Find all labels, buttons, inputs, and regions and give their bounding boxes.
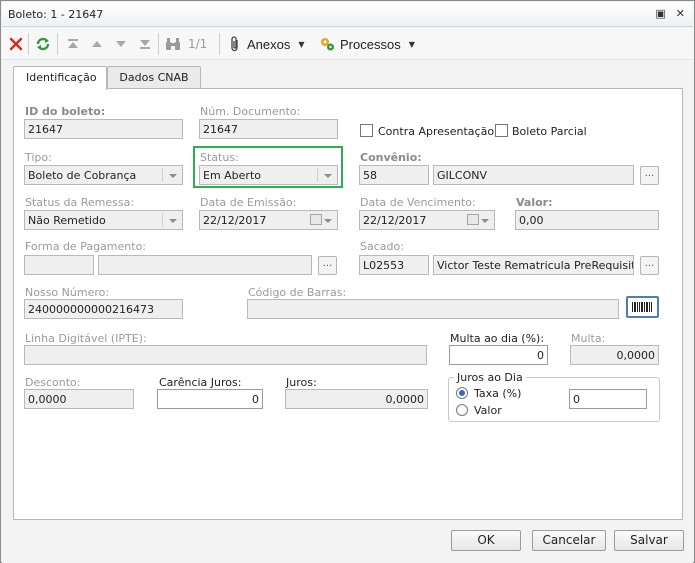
linha-digitavel-label: Linha Digitável (IPTE):: [25, 332, 147, 345]
anexos-label: Anexos: [247, 36, 291, 52]
tipo-label: Tipo:: [25, 151, 52, 164]
title-bar: Boleto: 1 - 21647 ▣ ✕: [2, 2, 693, 27]
juros-field[interactable]: 0,0000: [285, 389, 428, 409]
refresh-button[interactable]: [35, 35, 51, 53]
data-vencimento-calendar-icon[interactable]: [467, 214, 479, 225]
boleto-window: Boleto: 1 - 21647 ▣ ✕ 1/1 Anexos ▼ Proce…: [0, 0, 695, 563]
juros-ao-dia-input[interactable]: 0: [569, 389, 647, 409]
desconto-field[interactable]: 0,0000: [24, 389, 134, 409]
forma-pagamento-label: Forma de Pagamento:: [25, 240, 146, 253]
window-title: Boleto: 1 - 21647: [8, 8, 104, 21]
id-boleto-label: ID do boleto:: [25, 105, 106, 118]
data-vencimento-label: Data de Vencimento:: [360, 196, 476, 209]
search-button[interactable]: [165, 35, 181, 53]
tab-dados-cnab[interactable]: Dados CNAB: [107, 66, 201, 89]
refresh-icon: [36, 37, 50, 51]
tipo-select[interactable]: Boleto de Cobrança: [24, 165, 183, 185]
status-remessa-value: Não Remetido: [28, 214, 106, 227]
data-emissao-calendar-icon[interactable]: [310, 214, 322, 225]
last-record-icon: [140, 40, 150, 49]
first-record-icon: [68, 39, 78, 48]
multa-field[interactable]: 0,0000: [570, 345, 659, 365]
valor-field[interactable]: 0,00: [515, 210, 659, 230]
barcode-icon: [632, 302, 652, 312]
data-vencimento-value: 22/12/2017: [363, 214, 427, 227]
status-remessa-select[interactable]: Não Remetido: [24, 210, 183, 230]
nosso-numero-field[interactable]: 240000000000216473: [24, 299, 183, 319]
codigo-barras-field[interactable]: [247, 299, 619, 319]
sacado-label: Sacado:: [360, 240, 404, 253]
restore-window-icon[interactable]: ▣: [655, 8, 665, 20]
identificacao-panel: ID do boleto: 21647 Núm. Documento: 2164…: [13, 88, 683, 520]
juros-label: Juros:: [286, 376, 317, 389]
taxa-radio[interactable]: [456, 387, 468, 399]
convenio-browse-button[interactable]: ...: [640, 166, 659, 185]
next-record-button[interactable]: [114, 35, 128, 53]
contra-apresentacao-label: Contra Apresentação: [378, 125, 495, 138]
boleto-parcial-label: Boleto Parcial: [512, 125, 587, 138]
save-button[interactable]: Salvar: [614, 530, 684, 551]
status-label: Status:: [200, 151, 239, 164]
multa-label: Multa:: [571, 332, 606, 345]
desconto-label: Desconto:: [25, 376, 81, 389]
barcode-button[interactable]: [626, 296, 659, 318]
boleto-parcial-checkbox[interactable]: [495, 124, 508, 137]
forma-pagamento-browse-button[interactable]: ...: [318, 256, 337, 275]
carencia-juros-label: Carência Juros:: [159, 376, 242, 389]
delete-icon: [9, 37, 23, 51]
data-emissao-label: Data de Emissão:: [200, 196, 297, 209]
processos-dropdown-icon: ▼: [408, 39, 415, 49]
status-value: Em Aberto: [203, 169, 262, 182]
contra-apresentacao-checkbox[interactable]: [360, 124, 373, 137]
data-emissao-field[interactable]: 22/12/2017: [199, 210, 338, 230]
data-vencimento-field[interactable]: 22/12/2017: [359, 210, 495, 230]
toolbar: 1/1 Anexos ▼ Processos ▼: [2, 28, 693, 60]
paperclip-icon: [231, 36, 238, 52]
valor-label: Valor:: [516, 196, 553, 209]
sacado-name-field[interactable]: Victor Teste Rematricula PreRequisito: [433, 255, 634, 275]
taxa-radio-label: Taxa (%): [474, 387, 522, 400]
multa-dia-input[interactable]: 0: [449, 345, 548, 365]
gears-icon: [321, 38, 334, 51]
delete-button[interactable]: [9, 35, 23, 53]
convenio-label: Convênio:: [360, 151, 422, 164]
cancel-button[interactable]: Cancelar: [532, 530, 606, 551]
convenio-name-field[interactable]: GILCONV: [433, 165, 634, 185]
ok-button[interactable]: OK: [451, 530, 521, 551]
carencia-juros-input[interactable]: 0: [157, 389, 263, 409]
binoculars-icon: [166, 38, 180, 50]
status-remessa-label: Status da Remessa:: [25, 196, 135, 209]
nosso-numero-label: Nosso Número:: [25, 286, 110, 299]
valor-radio-label: Valor: [474, 404, 502, 417]
multa-dia-label: Multa ao dia (%):: [450, 332, 545, 345]
processos-button[interactable]: Processos ▼: [319, 35, 415, 53]
status-select[interactable]: Em Aberto: [199, 165, 338, 185]
next-record-icon: [116, 41, 126, 47]
id-boleto-field[interactable]: 21647: [24, 119, 183, 139]
previous-record-button[interactable]: [90, 35, 104, 53]
previous-record-icon: [92, 41, 102, 47]
forma-pagamento-code-field[interactable]: [24, 255, 94, 275]
valor-radio[interactable]: [456, 404, 468, 416]
num-documento-label: Núm. Documento:: [200, 105, 301, 118]
codigo-barras-label: Código de Barras:: [248, 286, 347, 299]
tipo-value: Boleto de Cobrança: [28, 169, 137, 182]
tab-identificacao[interactable]: Identificação: [13, 66, 107, 90]
juros-ao-dia-title: Juros ao Dia: [454, 371, 526, 384]
forma-pagamento-name-field[interactable]: [98, 255, 312, 275]
first-record-button[interactable]: [66, 35, 80, 53]
dialog-footer: OK Cancelar Salvar: [2, 521, 693, 563]
anexos-button[interactable]: Anexos ▼: [229, 35, 305, 53]
linha-digitavel-field[interactable]: [24, 345, 427, 365]
pager-label: 1/1: [188, 37, 208, 51]
anexos-dropdown-icon: ▼: [298, 39, 305, 49]
data-emissao-value: 22/12/2017: [203, 214, 267, 227]
last-record-button[interactable]: [138, 35, 152, 53]
processos-label: Processos: [340, 36, 401, 52]
close-window-icon[interactable]: ✕: [676, 8, 685, 20]
sacado-code-field[interactable]: L02553: [359, 255, 429, 275]
convenio-code-field[interactable]: 58: [359, 165, 429, 185]
num-documento-field[interactable]: 21647: [199, 119, 338, 139]
sacado-browse-button[interactable]: ...: [640, 256, 659, 275]
